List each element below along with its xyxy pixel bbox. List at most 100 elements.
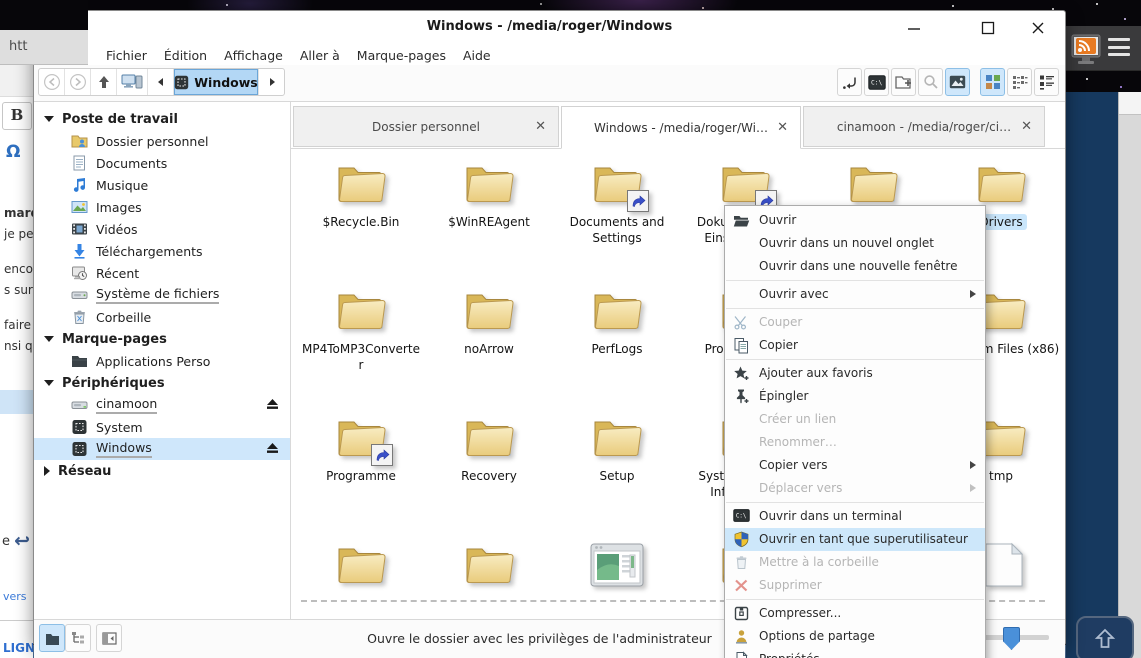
sidebar-item-applications-perso[interactable]: Applications Perso: [34, 350, 290, 372]
sidebar-item-recent[interactable]: Récent: [34, 262, 290, 284]
menu-affichage[interactable]: Affichage: [224, 48, 283, 63]
sidebar-item-corbeille[interactable]: Corbeille: [34, 306, 290, 328]
tab-windows[interactable]: Windows - /media/roger/Wi…✕: [561, 106, 801, 149]
file-item[interactable]: MP4ToMP3Converter: [297, 279, 425, 406]
file-item[interactable]: [425, 533, 553, 619]
collapse-triangle-icon[interactable]: [44, 336, 54, 342]
file-item[interactable]: Recovery: [425, 406, 553, 533]
follow-symlink-icon[interactable]: [837, 68, 862, 96]
sidebar-item-videos[interactable]: Vidéos: [34, 218, 290, 240]
show-places-button[interactable]: [39, 624, 65, 652]
bold-button[interactable]: B: [2, 102, 32, 130]
browser-urlbar[interactable]: htt: [0, 30, 88, 65]
list-view-icon[interactable]: [1034, 68, 1059, 96]
menu-item-creer-un-lien[interactable]: Créer un lien: [725, 408, 985, 431]
file-item[interactable]: Setup: [553, 406, 681, 533]
expand-triangle-icon[interactable]: [44, 466, 50, 476]
eject-icon[interactable]: [265, 441, 280, 455]
titlebar[interactable]: Windows - /media/roger/Windows: [34, 11, 1065, 45]
menu-item-proprietes[interactable]: Propriétés: [725, 648, 985, 658]
search-icon[interactable]: [918, 68, 943, 96]
maximize-button[interactable]: [975, 15, 1001, 41]
up-button[interactable]: [91, 69, 117, 95]
zoom-slider-handle[interactable]: [1003, 627, 1020, 650]
path-scroll-right-icon[interactable]: [259, 69, 284, 95]
tab-cinamoon[interactable]: cinamoon - /media/roger/ci…✕: [803, 106, 1045, 147]
tab-close-icon[interactable]: ✕: [1021, 119, 1032, 134]
sidebar-section-peripheriques[interactable]: Périphériques: [34, 372, 290, 394]
sidebar-section-reseau[interactable]: Réseau: [34, 460, 290, 482]
eject-icon[interactable]: [265, 397, 280, 411]
sidebar-item-cinamoon[interactable]: cinamoon: [34, 394, 290, 416]
menu-item-options-de-partage[interactable]: Options de partage: [725, 625, 985, 648]
compact-view-icon[interactable]: [1007, 68, 1032, 96]
menu-item-deplacer-vers[interactable]: Déplacer vers: [725, 477, 985, 500]
menu-item-ajouter-aux-favoris[interactable]: Ajouter aux favoris: [725, 362, 985, 385]
menu-item-compresser[interactable]: Compresser...: [725, 602, 985, 625]
undo-arrow-icon[interactable]: ↩: [14, 530, 30, 552]
path-button-windows[interactable]: Windows: [174, 69, 259, 95]
show-thumbnails-icon[interactable]: [945, 68, 970, 96]
panel-menu-icon[interactable]: [1108, 38, 1130, 56]
forward-button[interactable]: [65, 69, 91, 95]
file-item[interactable]: $WinREAgent: [425, 152, 553, 279]
zoom-slider[interactable]: [979, 635, 1049, 640]
file-item[interactable]: Documents and Settings: [553, 152, 681, 279]
path-scroll-left-icon[interactable]: [148, 69, 174, 95]
sidebar-item-system[interactable]: System: [34, 416, 290, 438]
collapse-triangle-icon[interactable]: [44, 116, 54, 122]
tab-close-icon[interactable]: ✕: [777, 120, 788, 135]
scroll-to-top-button[interactable]: [1076, 616, 1134, 658]
omega-button[interactable]: Ω: [6, 142, 20, 162]
show-tree-button[interactable]: [65, 624, 91, 652]
menu-aller-a[interactable]: Aller à: [300, 48, 340, 63]
toggle-side-pane-button[interactable]: [96, 624, 122, 652]
sidebar-item-systeme-de-fichiers[interactable]: Système de fichiers: [34, 284, 290, 306]
icon-view-icon[interactable]: [980, 68, 1005, 96]
menu-item-copier[interactable]: Copier: [725, 334, 985, 357]
sidebar-section-marque-pages[interactable]: Marque-pages: [34, 328, 290, 350]
sidebar-item-images[interactable]: Images: [34, 196, 290, 218]
file-item[interactable]: noArrow: [425, 279, 553, 406]
file-item[interactable]: Programme: [297, 406, 425, 533]
background-scrollbar[interactable]: [1118, 92, 1141, 658]
menu-item-epingler[interactable]: Épingler: [725, 385, 985, 408]
sidebar-item-telechargements[interactable]: Téléchargements: [34, 240, 290, 262]
menu-item-ouvrir-nouvelle-fenetre[interactable]: Ouvrir dans une nouvelle fenêtre: [725, 255, 985, 278]
menu-edition[interactable]: Édition: [164, 48, 207, 63]
rss-monitor-icon[interactable]: [1068, 32, 1104, 68]
sidebar-item-windows[interactable]: Windows: [34, 438, 290, 460]
menu-aide[interactable]: Aide: [463, 48, 491, 63]
menu-item-ouvrir[interactable]: Ouvrir: [725, 209, 985, 232]
sidebar-section-poste-de-travail[interactable]: Poste de travail: [34, 108, 290, 130]
tab-close-icon[interactable]: ✕: [535, 119, 546, 134]
close-button[interactable]: [1025, 15, 1051, 41]
tab-dossier-personnel[interactable]: Dossier personnel✕: [293, 106, 559, 147]
minimize-button[interactable]: [901, 15, 927, 41]
file-item[interactable]: [553, 533, 681, 619]
sidebar-item-dossier-personnel[interactable]: Dossier personnel: [34, 130, 290, 152]
menu-item-mettre-a-la-corbeille[interactable]: Mettre à la corbeille: [725, 551, 985, 574]
menu-item-couper[interactable]: Couper: [725, 311, 985, 334]
menu-item-ouvrir-superutilisateur[interactable]: Ouvrir en tant que superutilisateur: [725, 528, 985, 551]
menu-item-ouvrir-terminal[interactable]: C:\ Ouvrir dans un terminal: [725, 505, 985, 528]
sidebar-item-documents[interactable]: Documents: [34, 152, 290, 174]
menu-item-copier-vers[interactable]: Copier vers: [725, 454, 985, 477]
menu-item-renommer[interactable]: Renommer…: [725, 431, 985, 454]
menu-item-supprimer[interactable]: Supprimer: [725, 574, 985, 597]
link-fragment[interactable]: vers: [3, 590, 27, 603]
computer-icon-button[interactable]: [117, 69, 148, 95]
file-item[interactable]: PerfLogs: [553, 279, 681, 406]
file-item[interactable]: $Recycle.Bin: [297, 152, 425, 279]
menu-fichier[interactable]: Fichier: [106, 48, 147, 63]
bottom-link[interactable]: LIGNE: [3, 641, 33, 655]
back-button[interactable]: [39, 69, 65, 95]
menu-marque-pages[interactable]: Marque-pages: [357, 48, 446, 63]
open-terminal-toolbar-icon[interactable]: C:\: [864, 68, 889, 96]
new-folder-icon[interactable]: [891, 68, 916, 96]
menu-item-ouvrir-nouvel-onglet[interactable]: Ouvrir dans un nouvel onglet: [725, 232, 985, 255]
collapse-triangle-icon[interactable]: [44, 380, 54, 386]
file-item[interactable]: [297, 533, 425, 619]
menu-item-ouvrir-avec[interactable]: Ouvrir avec: [725, 283, 985, 306]
sidebar-item-musique[interactable]: Musique: [34, 174, 290, 196]
